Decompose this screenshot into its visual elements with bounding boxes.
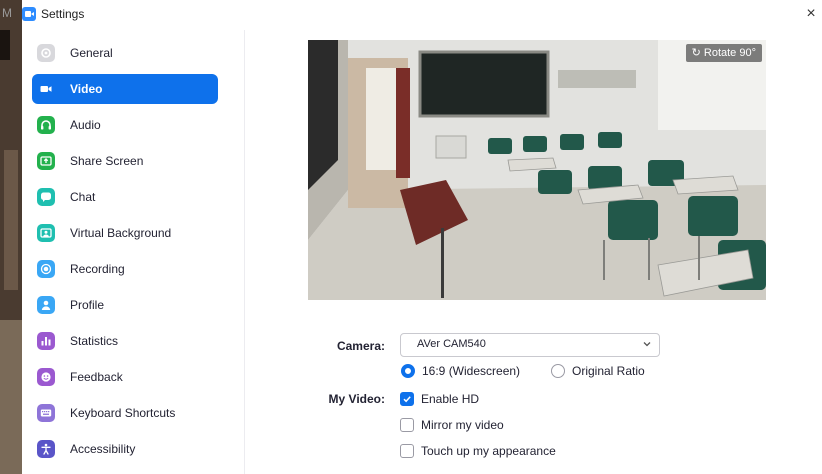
rotate-button[interactable]: ↻ Rotate 90° bbox=[685, 44, 762, 62]
sidebar-item-label: Keyboard Shortcuts bbox=[70, 406, 176, 420]
keyboard-icon bbox=[37, 404, 55, 422]
feedback-icon bbox=[37, 368, 55, 386]
classroom-preview-image bbox=[308, 40, 766, 300]
radio-widescreen[interactable] bbox=[401, 364, 415, 378]
camera-preview: ↻ Rotate 90° bbox=[308, 40, 766, 300]
sidebar-item-recording[interactable]: Recording bbox=[32, 254, 218, 284]
mirror-video-checkbox[interactable] bbox=[400, 418, 414, 432]
sidebar-item-label: Chat bbox=[70, 190, 96, 204]
sidebar-item-statistics[interactable]: Statistics bbox=[32, 326, 218, 356]
recording-icon bbox=[37, 260, 55, 278]
touch-up-checkbox[interactable] bbox=[400, 444, 414, 458]
background-shape bbox=[0, 320, 22, 474]
settings-window: Settings × General Video Audio Share Scr… bbox=[22, 0, 822, 474]
original-ratio-option-label: Original Ratio bbox=[572, 364, 645, 378]
video-camera-icon bbox=[37, 80, 55, 98]
video-settings-panel: ↻ Rotate 90° Camera: AVer CAM540 16:9 (Wi… bbox=[245, 30, 822, 474]
share-screen-icon bbox=[37, 152, 55, 170]
zoom-app-icon bbox=[22, 7, 36, 21]
camera-label: Camera: bbox=[336, 339, 385, 353]
headphones-icon bbox=[37, 116, 55, 134]
rotate-icon: ↻ bbox=[691, 47, 701, 59]
window-title: Settings bbox=[41, 7, 85, 21]
sidebar-item-virtual-background[interactable]: Virtual Background bbox=[32, 218, 218, 248]
background-shape bbox=[0, 30, 10, 60]
camera-select-value: AVer CAM540 bbox=[417, 338, 486, 350]
background-shape bbox=[4, 150, 18, 290]
sidebar-item-keyboard-shortcuts[interactable]: Keyboard Shortcuts bbox=[32, 398, 218, 428]
profile-icon bbox=[37, 296, 55, 314]
sidebar-item-label: Audio bbox=[70, 118, 101, 132]
sidebar-item-general[interactable]: General bbox=[32, 38, 218, 68]
sidebar-item-label: General bbox=[70, 46, 113, 60]
virtual-background-icon bbox=[37, 224, 55, 242]
sidebar-item-accessibility[interactable]: Accessibility bbox=[32, 434, 218, 464]
sidebar-item-label: Recording bbox=[70, 262, 125, 276]
touch-up-label: Touch up my appearance bbox=[421, 444, 556, 458]
rotate-label: Rotate 90° bbox=[703, 47, 756, 59]
enable-hd-label: Enable HD bbox=[421, 392, 480, 406]
gear-icon bbox=[37, 44, 55, 62]
sidebar-item-label: Share Screen bbox=[70, 154, 144, 168]
sidebar-item-label: Statistics bbox=[70, 334, 119, 348]
camera-select[interactable]: AVer CAM540 bbox=[400, 333, 660, 357]
title-bar: Settings × bbox=[22, 0, 822, 28]
statistics-icon bbox=[37, 332, 55, 350]
sidebar-item-label: Accessibility bbox=[70, 442, 136, 456]
enable-hd-checkbox[interactable] bbox=[400, 392, 414, 406]
sidebar-item-chat[interactable]: Chat bbox=[32, 182, 218, 212]
background-letter: M bbox=[2, 6, 12, 20]
sidebar-item-label: Virtual Background bbox=[70, 226, 172, 240]
settings-sidebar: General Video Audio Share Screen Chat Vi… bbox=[22, 30, 245, 474]
sidebar-item-audio[interactable]: Audio bbox=[32, 110, 218, 140]
sidebar-item-label: Profile bbox=[70, 298, 105, 312]
sidebar-item-label: Feedback bbox=[70, 370, 123, 384]
my-video-label: My Video: bbox=[328, 392, 385, 406]
sidebar-item-video[interactable]: Video bbox=[32, 74, 218, 104]
sidebar-item-label: Video bbox=[70, 82, 103, 96]
sidebar-item-share-screen[interactable]: Share Screen bbox=[32, 146, 218, 176]
widescreen-option-label: 16:9 (Widescreen) bbox=[422, 364, 521, 378]
sidebar-item-feedback[interactable]: Feedback bbox=[32, 362, 218, 392]
checkmark-icon bbox=[403, 396, 411, 403]
mirror-video-label: Mirror my video bbox=[421, 418, 504, 432]
accessibility-icon bbox=[37, 440, 55, 458]
chevron-down-icon bbox=[643, 342, 651, 347]
radio-original-ratio[interactable] bbox=[551, 364, 565, 378]
background-desktop: M bbox=[0, 0, 22, 474]
chat-icon bbox=[37, 188, 55, 206]
close-button[interactable]: × bbox=[800, 4, 822, 24]
sidebar-item-profile[interactable]: Profile bbox=[32, 290, 218, 320]
